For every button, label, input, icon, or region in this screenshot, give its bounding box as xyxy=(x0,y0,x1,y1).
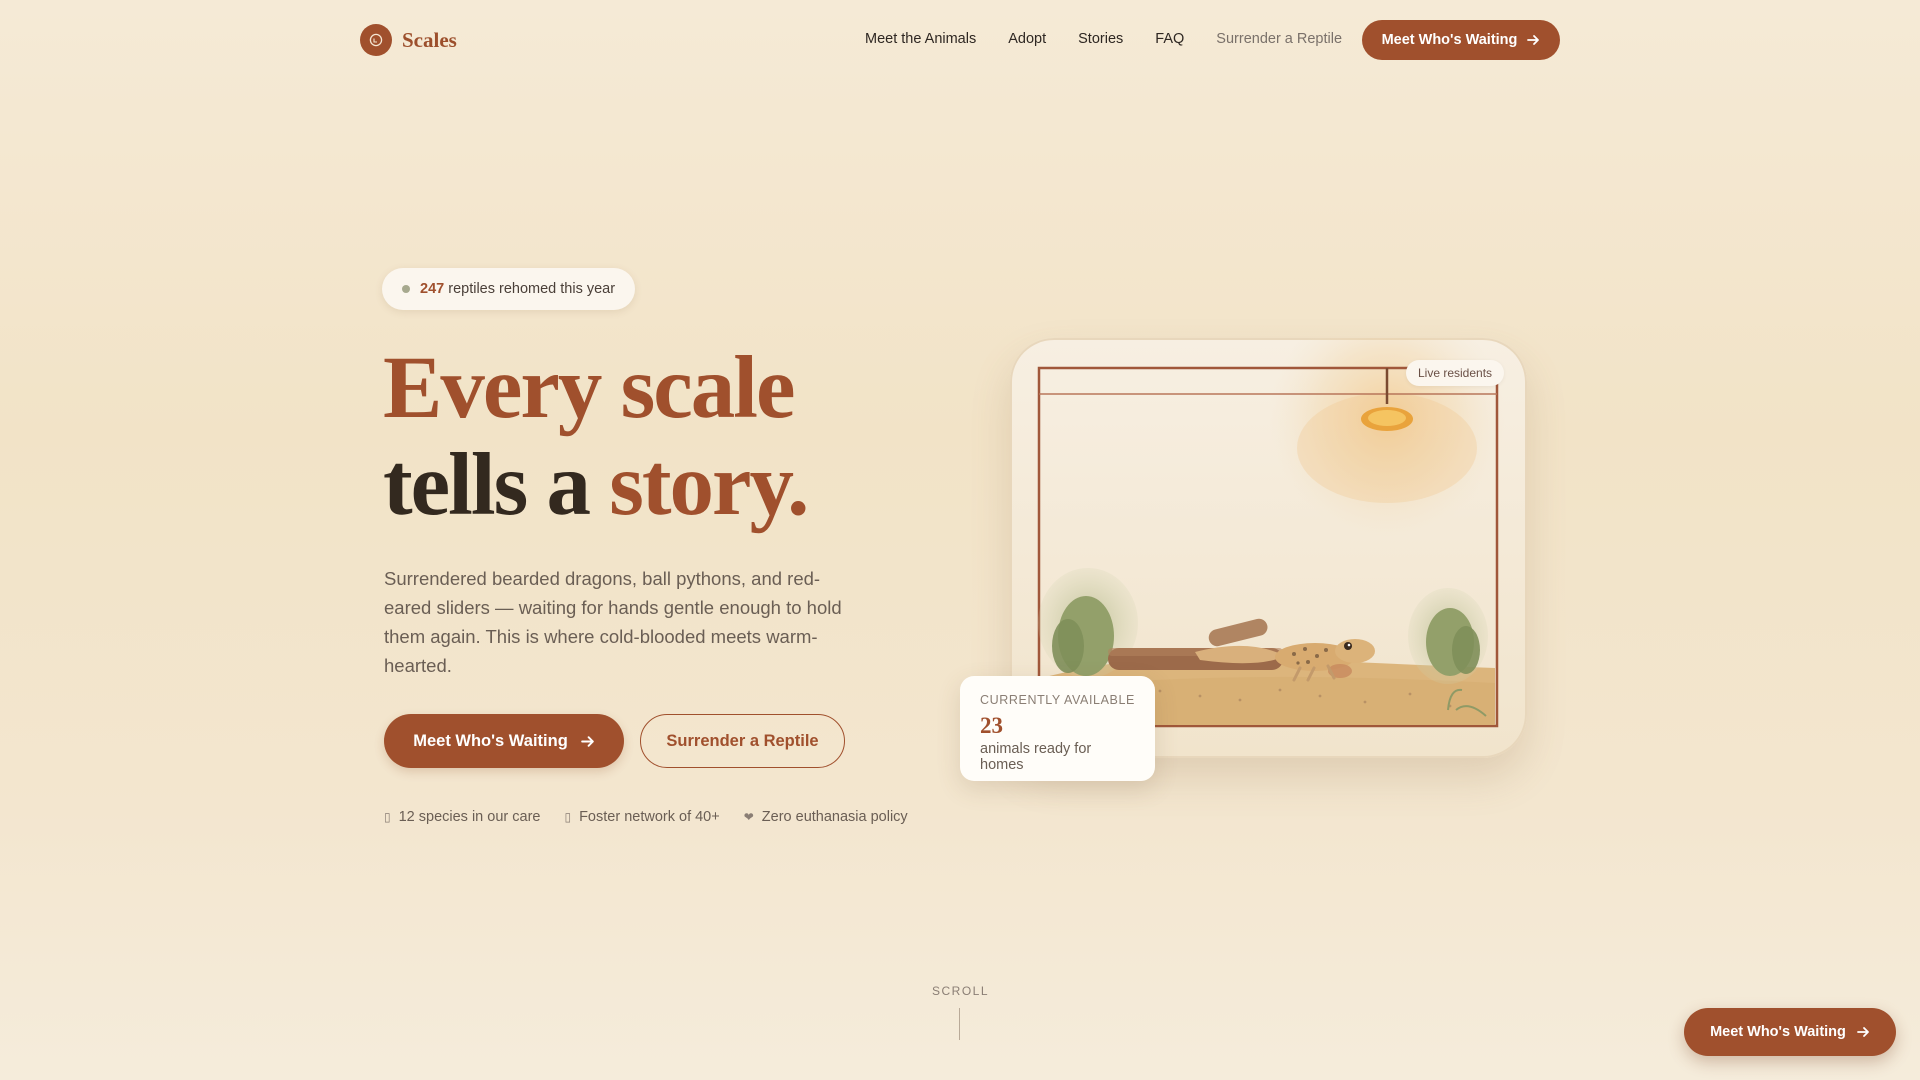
floating-cta-label: Meet Who's Waiting xyxy=(1710,1024,1846,1040)
meet-waiting-label: Meet Who's Waiting xyxy=(413,731,568,750)
nav-link-surrender[interactable]: Surrender a Reptile xyxy=(1216,31,1342,47)
availability-count: 23 xyxy=(980,713,1003,738)
logo-icon xyxy=(360,24,392,56)
arrow-right-icon xyxy=(1527,35,1540,45)
nav-link-faq[interactable]: FAQ xyxy=(1155,31,1184,47)
fact-foster-label: Foster network of 40+ xyxy=(579,809,720,825)
hero-facts: ▯ 12 species in our care ▯ Foster networ… xyxy=(384,809,908,825)
meet-waiting-button[interactable]: Meet Who's Waiting xyxy=(384,714,624,768)
nav-cta-label: Meet Who's Waiting xyxy=(1381,32,1518,48)
nav-link-adopt[interactable]: Adopt xyxy=(1008,31,1046,47)
surrender-button[interactable]: Surrender a Reptile xyxy=(640,714,845,768)
availability-sub: animals ready for homes xyxy=(980,741,1092,773)
arrow-right-icon xyxy=(580,735,594,747)
brand-logo[interactable]: Scales xyxy=(360,24,457,56)
fact-euthanasia: ❤ Zero euthanasia policy xyxy=(744,809,908,825)
nav-link-stories[interactable]: Stories xyxy=(1078,31,1123,47)
nav-cta-button[interactable]: Meet Who's Waiting xyxy=(1362,20,1560,60)
arrow-right-icon xyxy=(1857,1027,1869,1037)
fact-species-label: 12 species in our care xyxy=(398,809,541,825)
headline-line-2b: story. xyxy=(609,436,809,534)
live-residents-badge: Live residents xyxy=(1406,360,1505,386)
fact-foster: ▯ Foster network of 40+ xyxy=(564,809,719,825)
rehomed-pill: 247 reptiles rehomed this year xyxy=(382,268,636,310)
fact-euthanasia-label: Zero euthanasia policy xyxy=(761,809,908,825)
foster-icon: ▯ xyxy=(564,810,572,824)
availability-label: CURRENTLY AVAILABLE xyxy=(980,693,1135,707)
hero-description: Surrendered bearded dragons, ball python… xyxy=(384,568,842,676)
scroll-label: SCROLL xyxy=(932,984,990,998)
nav-link-meet-animals[interactable]: Meet the Animals xyxy=(865,31,976,47)
rehomed-count: 247 xyxy=(420,281,445,297)
floating-cta-button[interactable]: Meet Who's Waiting xyxy=(1684,1008,1896,1056)
dot-icon xyxy=(402,285,410,293)
heart-icon: ❤ xyxy=(743,810,754,824)
availability-card: CURRENTLY AVAILABLE 23 animals ready for… xyxy=(960,676,1155,781)
brand-name: Scales xyxy=(402,27,457,52)
rehomed-text: 247 reptiles rehomed this year xyxy=(420,281,615,297)
species-icon: ▯ xyxy=(384,810,391,824)
headline-line-1: Every scale xyxy=(383,339,795,437)
top-nav: Scales Meet the Animals Adopt Stories FA… xyxy=(0,0,1920,80)
headline-line-2a: tells a xyxy=(383,436,610,534)
nav-links: Meet the Animals Adopt Stories FAQ Surre… xyxy=(865,31,1342,47)
fact-species: ▯ 12 species in our care xyxy=(384,809,540,825)
hero-headline: Every scale tells a story. xyxy=(383,339,809,534)
scroll-line xyxy=(959,1008,960,1040)
rehomed-label: reptiles rehomed this year xyxy=(448,281,616,297)
